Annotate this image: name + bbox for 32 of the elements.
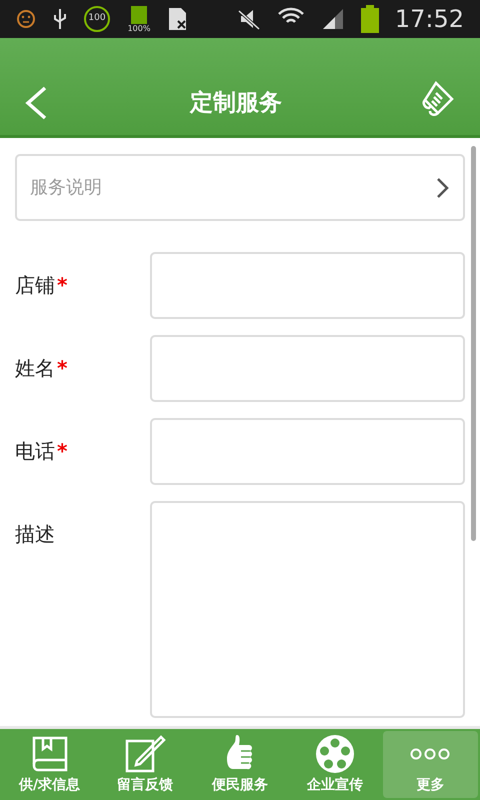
battery-icon bbox=[360, 5, 379, 33]
signal-icon bbox=[320, 7, 345, 31]
nav-tab[interactable]: 留言反馈 bbox=[97, 731, 192, 798]
input-field[interactable] bbox=[150, 335, 465, 402]
input-field[interactable] bbox=[150, 252, 465, 319]
battery-percent-label: 100% bbox=[128, 24, 150, 32]
nav-tab[interactable]: 企业宣传 bbox=[288, 731, 383, 798]
nav-tab[interactable]: 便民服务 bbox=[192, 731, 288, 798]
mute-icon bbox=[236, 7, 261, 31]
ring-badge: 100 bbox=[84, 6, 110, 32]
chevron-right-icon bbox=[436, 176, 450, 198]
page-title: 定制服务 bbox=[188, 89, 283, 118]
emoji-icon bbox=[16, 9, 36, 29]
required-mark: * bbox=[57, 355, 68, 381]
field-label: 姓名 bbox=[15, 355, 55, 381]
film-reel-icon bbox=[315, 734, 356, 774]
field-label: 店铺 bbox=[15, 272, 55, 298]
required-mark: * bbox=[57, 438, 68, 464]
nav-tab[interactable]: 供/求信息 bbox=[2, 731, 98, 798]
back-icon bbox=[24, 86, 48, 120]
usb-icon bbox=[52, 7, 68, 31]
required-mark: * bbox=[57, 272, 68, 298]
sim-card-icon bbox=[168, 7, 188, 31]
battery-level-icon bbox=[131, 6, 147, 24]
clock: 17:52 bbox=[394, 4, 464, 35]
service-info-row[interactable]: 服务说明 bbox=[15, 154, 465, 221]
nav-tab[interactable]: 更多 bbox=[382, 731, 478, 798]
field-label: 电话 bbox=[15, 438, 55, 464]
input-field[interactable] bbox=[150, 418, 465, 485]
field-label: 描述 bbox=[15, 521, 55, 547]
description-field[interactable] bbox=[150, 501, 465, 718]
more-icon bbox=[409, 747, 452, 761]
